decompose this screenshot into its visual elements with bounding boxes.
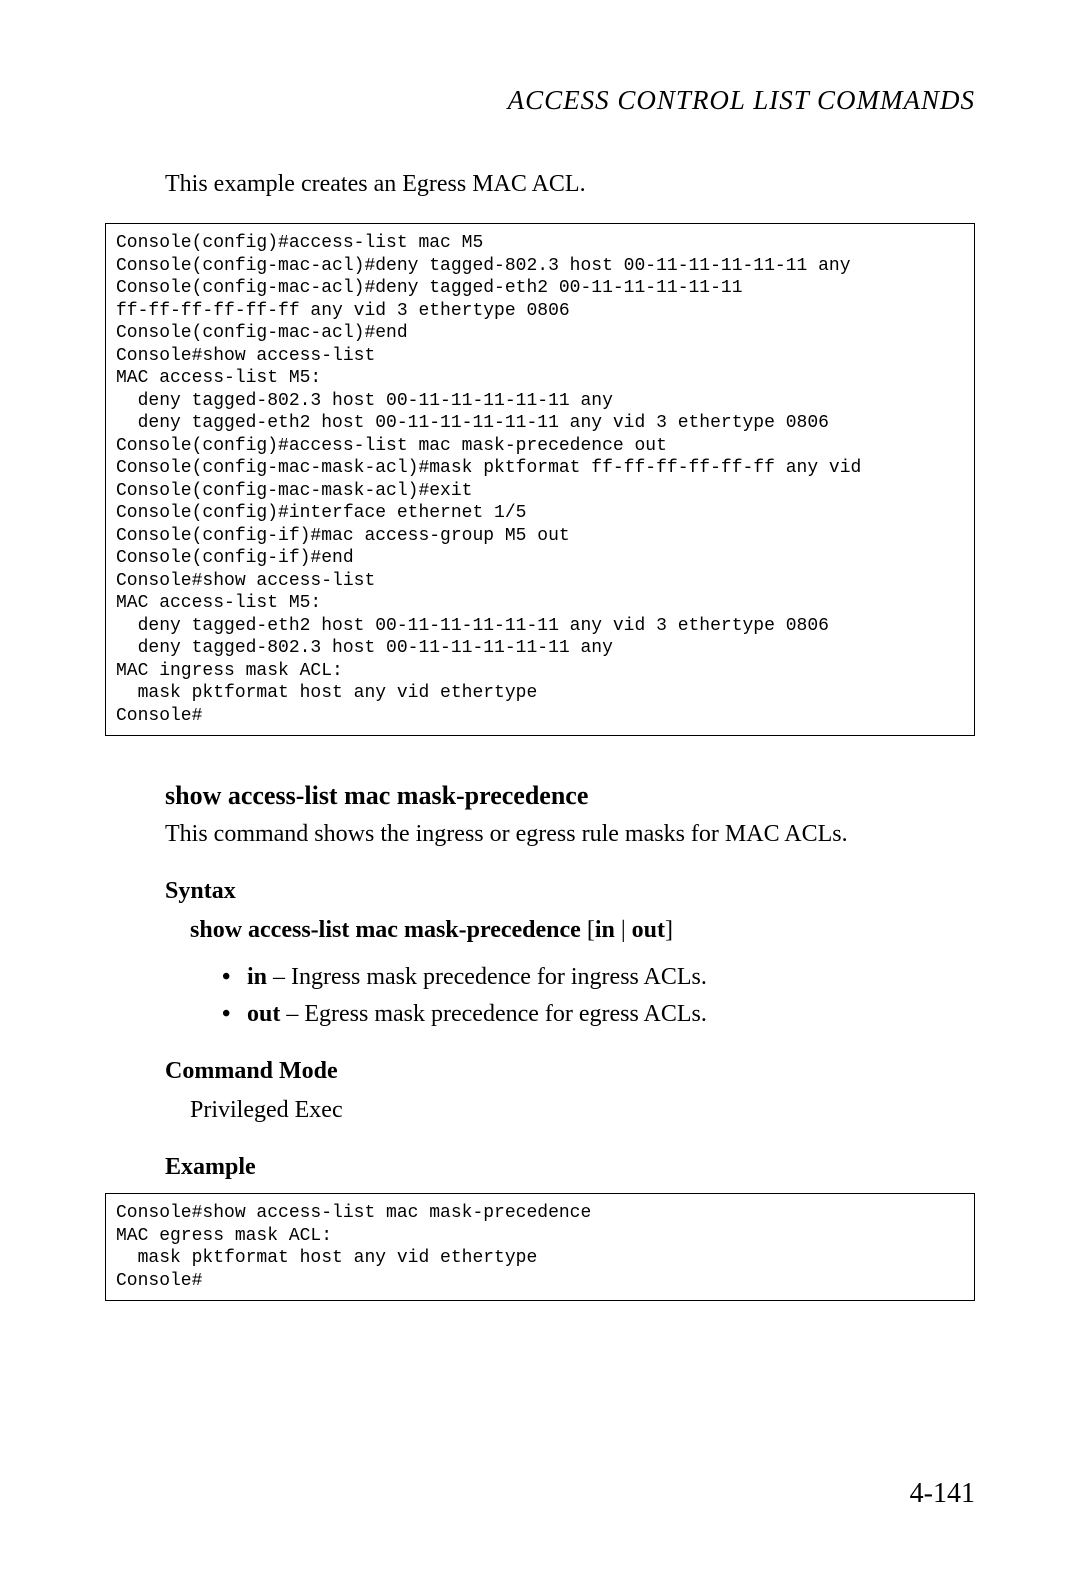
intro-text: This example creates an Egress MAC ACL. [165,171,975,198]
syntax-bracket-close: ] [665,917,673,943]
page-header-title: ACCESS CONTROL LIST COMMANDS [105,85,975,116]
code-block-2: Console#show access-list mac mask-preced… [105,1193,975,1301]
syntax-command: show access-list mac mask-precedence [in… [190,917,975,944]
example-label: Example [165,1154,975,1181]
section-description: This command shows the ingress or egress… [165,821,975,848]
bullet-item: out – Egress mask precedence for egress … [222,1001,975,1028]
syntax-bold: show access-list mac mask-precedence [190,917,581,943]
syntax-pipe: | [615,917,632,943]
command-mode-value: Privileged Exec [190,1097,975,1124]
syntax-label: Syntax [165,878,975,905]
syntax-out: out [632,917,665,943]
bullet-rest: – Egress mask precedence for egress ACLs… [280,1001,707,1027]
bullet-bold: in [247,964,267,990]
syntax-bracket-open: [ [581,917,595,943]
section-heading: show access-list mac mask-precedence [165,781,975,811]
bullet-list: in – Ingress mask precedence for ingress… [222,964,975,1028]
syntax-in: in [595,917,615,943]
bullet-item: in – Ingress mask precedence for ingress… [222,964,975,991]
page-number: 4-141 [910,1478,975,1510]
code-block-1: Console(config)#access-list mac M5 Conso… [105,223,975,736]
bullet-rest: – Ingress mask precedence for ingress AC… [267,964,707,990]
bullet-bold: out [247,1001,280,1027]
command-mode-label: Command Mode [165,1058,975,1085]
